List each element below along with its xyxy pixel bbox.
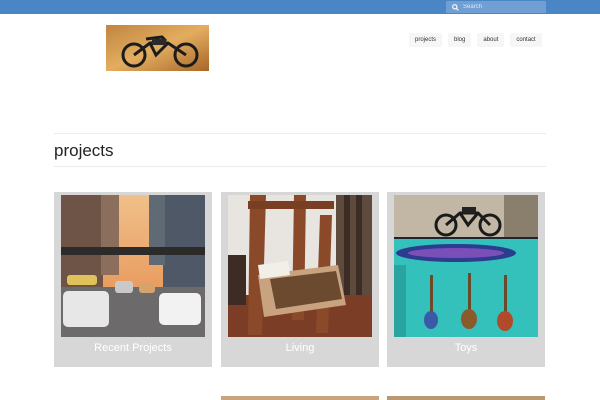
nav-about[interactable]: about [477,33,505,47]
search-box[interactable] [446,1,546,13]
living-image[interactable] [228,195,372,337]
divider-top [54,133,546,134]
nav-projects[interactable]: projects [409,33,443,47]
toys-image[interactable] [394,195,538,337]
card-label: Toys [454,342,478,354]
recent-projects-image[interactable] [61,195,205,337]
next-card-edge [221,396,379,400]
project-card-recent[interactable]: Recent Projects [54,192,212,367]
project-card-toys[interactable]: Toys [387,192,545,367]
main-nav: projects blog about contact [409,33,542,47]
site-logo[interactable] [106,25,209,71]
nav-contact[interactable]: contact [510,33,542,47]
search-input[interactable] [461,1,541,13]
search-icon [449,1,461,13]
top-bar [0,0,600,14]
card-label: Living [285,342,315,354]
nav-blog[interactable]: blog [448,33,472,47]
project-card-living[interactable]: Living [221,192,379,367]
page-title: projects [54,141,114,160]
divider-bottom [54,166,546,167]
next-card-edge [387,396,545,400]
card-label: Recent Projects [94,342,172,354]
